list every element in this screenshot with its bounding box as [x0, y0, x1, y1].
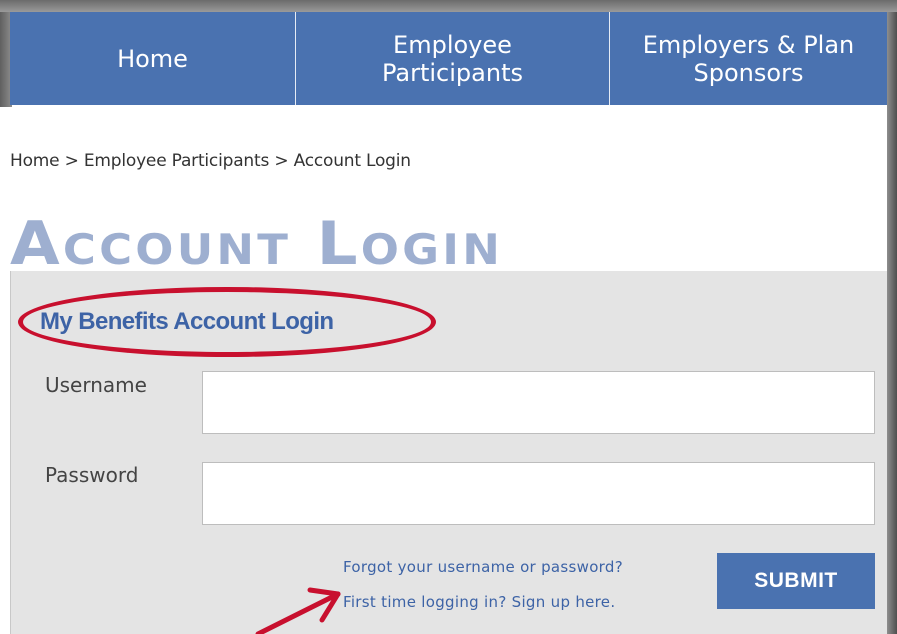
nav-item-home[interactable]: Home: [10, 12, 296, 105]
username-input[interactable]: [202, 371, 875, 434]
sign-up-link[interactable]: First time logging in? Sign up here.: [343, 593, 615, 611]
window-frame-right: [887, 12, 897, 634]
password-input[interactable]: [202, 462, 875, 525]
nav-item-employers-plan-sponsors[interactable]: Employers & Plan Sponsors: [610, 12, 887, 105]
breadcrumb: Home > Employee Participants > Account L…: [10, 151, 411, 171]
username-label: Username: [45, 373, 147, 397]
page: Home Employee Participants Employers & P…: [0, 0, 897, 634]
forgot-credentials-link[interactable]: Forgot your username or password?: [343, 558, 623, 576]
password-label: Password: [45, 463, 139, 487]
nav-item-employee-participants[interactable]: Employee Participants: [296, 12, 610, 105]
page-title: Account Login: [10, 209, 504, 279]
login-panel-title: My Benefits Account Login: [40, 308, 334, 335]
submit-button[interactable]: SUBMIT: [717, 553, 875, 609]
window-frame-top: [0, 0, 897, 12]
top-navigation: Home Employee Participants Employers & P…: [10, 12, 887, 105]
